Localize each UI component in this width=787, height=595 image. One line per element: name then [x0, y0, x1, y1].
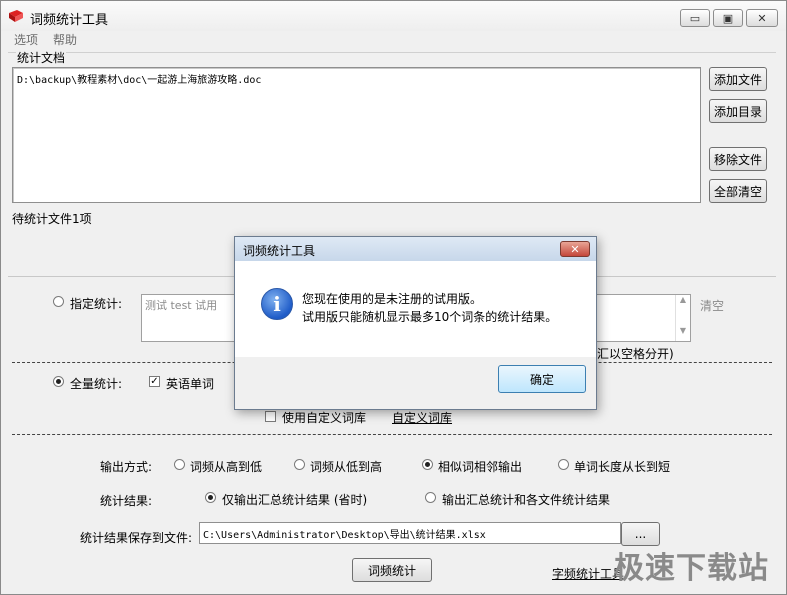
- window-title: 词频统计工具: [30, 13, 109, 28]
- output-mode-radio[interactable]: [174, 459, 185, 470]
- dialog-ok-button[interactable]: 确定: [498, 365, 586, 393]
- scroll-up-icon[interactable]: ▲: [676, 295, 690, 304]
- specified-stats-radio[interactable]: [53, 296, 64, 307]
- menu-help[interactable]: 帮助: [53, 31, 77, 48]
- dialog-message-area: i 您现在使用的是未注册的试用版。 试用版只能随机显示最多10个词条的统计结果。: [235, 261, 596, 357]
- remove-file-button[interactable]: 移除文件: [709, 147, 767, 171]
- pending-file-count: 待统计文件1项: [12, 212, 92, 226]
- add-file-button[interactable]: 添加文件: [709, 67, 767, 91]
- clear-link[interactable]: 清空: [700, 297, 724, 314]
- result-mode-radio[interactable]: [425, 492, 436, 503]
- word-frequency-run-button[interactable]: 词频统计: [352, 558, 432, 582]
- dialog-message-line2: 试用版只能随机显示最多10个词条的统计结果。: [302, 310, 558, 324]
- output-mode-radio[interactable]: [558, 459, 569, 470]
- save-path-input[interactable]: C:\Users\Administrator\Desktop\导出\统计结果.x…: [199, 522, 621, 544]
- output-mode-label: 输出方式:: [100, 460, 153, 474]
- app-book-icon: [9, 10, 23, 22]
- save-path-label: 统计结果保存到文件:: [80, 531, 193, 545]
- documents-group-label: 统计文档: [16, 49, 67, 66]
- full-stats-radio[interactable]: [53, 376, 64, 387]
- textarea-scrollbar[interactable]: ▲ ▼: [675, 295, 690, 341]
- dashed-separator: [12, 434, 772, 435]
- maximize-button[interactable]: ▣: [713, 9, 743, 27]
- output-mode-option-label: 相似词相邻输出: [438, 460, 523, 474]
- add-directory-button[interactable]: 添加目录: [709, 99, 767, 123]
- site-watermark: 极速下载站: [614, 551, 769, 586]
- result-mode-option-label: 输出汇总统计和各文件统计结果: [442, 493, 611, 507]
- title-bar: [1, 1, 786, 31]
- full-stats-label: 全量统计:: [70, 377, 123, 391]
- clear-all-button[interactable]: 全部清空: [709, 179, 767, 203]
- trial-notice-dialog: 词频统计工具 ✕ i 您现在使用的是未注册的试用版。 试用版只能随机显示最多10…: [234, 236, 597, 410]
- specified-stats-label: 指定统计:: [70, 297, 123, 311]
- dialog-title: 词频统计工具: [243, 244, 316, 258]
- menu-bar: 选项 帮助: [1, 31, 786, 47]
- dialog-close-button[interactable]: ✕: [560, 241, 590, 257]
- output-mode-option-label: 单词长度从长到短: [574, 460, 671, 474]
- menu-options[interactable]: 选项: [14, 31, 38, 48]
- result-mode-option-label: 仅输出汇总统计结果 (省时): [222, 493, 368, 507]
- english-words-label: 英语单词: [166, 377, 215, 391]
- use-custom-dict-label: 使用自定义词库: [282, 411, 367, 425]
- words-hint-text: 汇以空格分开): [597, 347, 674, 361]
- close-button[interactable]: ✕: [746, 9, 778, 27]
- result-mode-radio[interactable]: [205, 492, 216, 503]
- dialog-message-line1: 您现在使用的是未注册的试用版。: [302, 292, 483, 306]
- output-mode-option-label: 词频从高到低: [190, 460, 263, 474]
- output-mode-option-label: 词频从低到高: [310, 460, 383, 474]
- info-icon: i: [261, 288, 293, 320]
- scroll-down-icon[interactable]: ▼: [676, 326, 690, 335]
- minimize-button[interactable]: ▭: [680, 9, 710, 27]
- output-mode-radio[interactable]: [294, 459, 305, 470]
- use-custom-dict-checkbox[interactable]: [265, 411, 276, 422]
- custom-dict-link[interactable]: 自定义词库: [392, 409, 452, 426]
- result-mode-label: 统计结果:: [100, 494, 153, 508]
- list-item[interactable]: D:\backup\教程素材\doc\一起游上海旅游攻略.doc: [17, 71, 696, 86]
- document-list[interactable]: D:\backup\教程素材\doc\一起游上海旅游攻略.doc: [12, 67, 701, 203]
- english-words-checkbox[interactable]: ✓: [149, 376, 160, 387]
- output-mode-radio[interactable]: [422, 459, 433, 470]
